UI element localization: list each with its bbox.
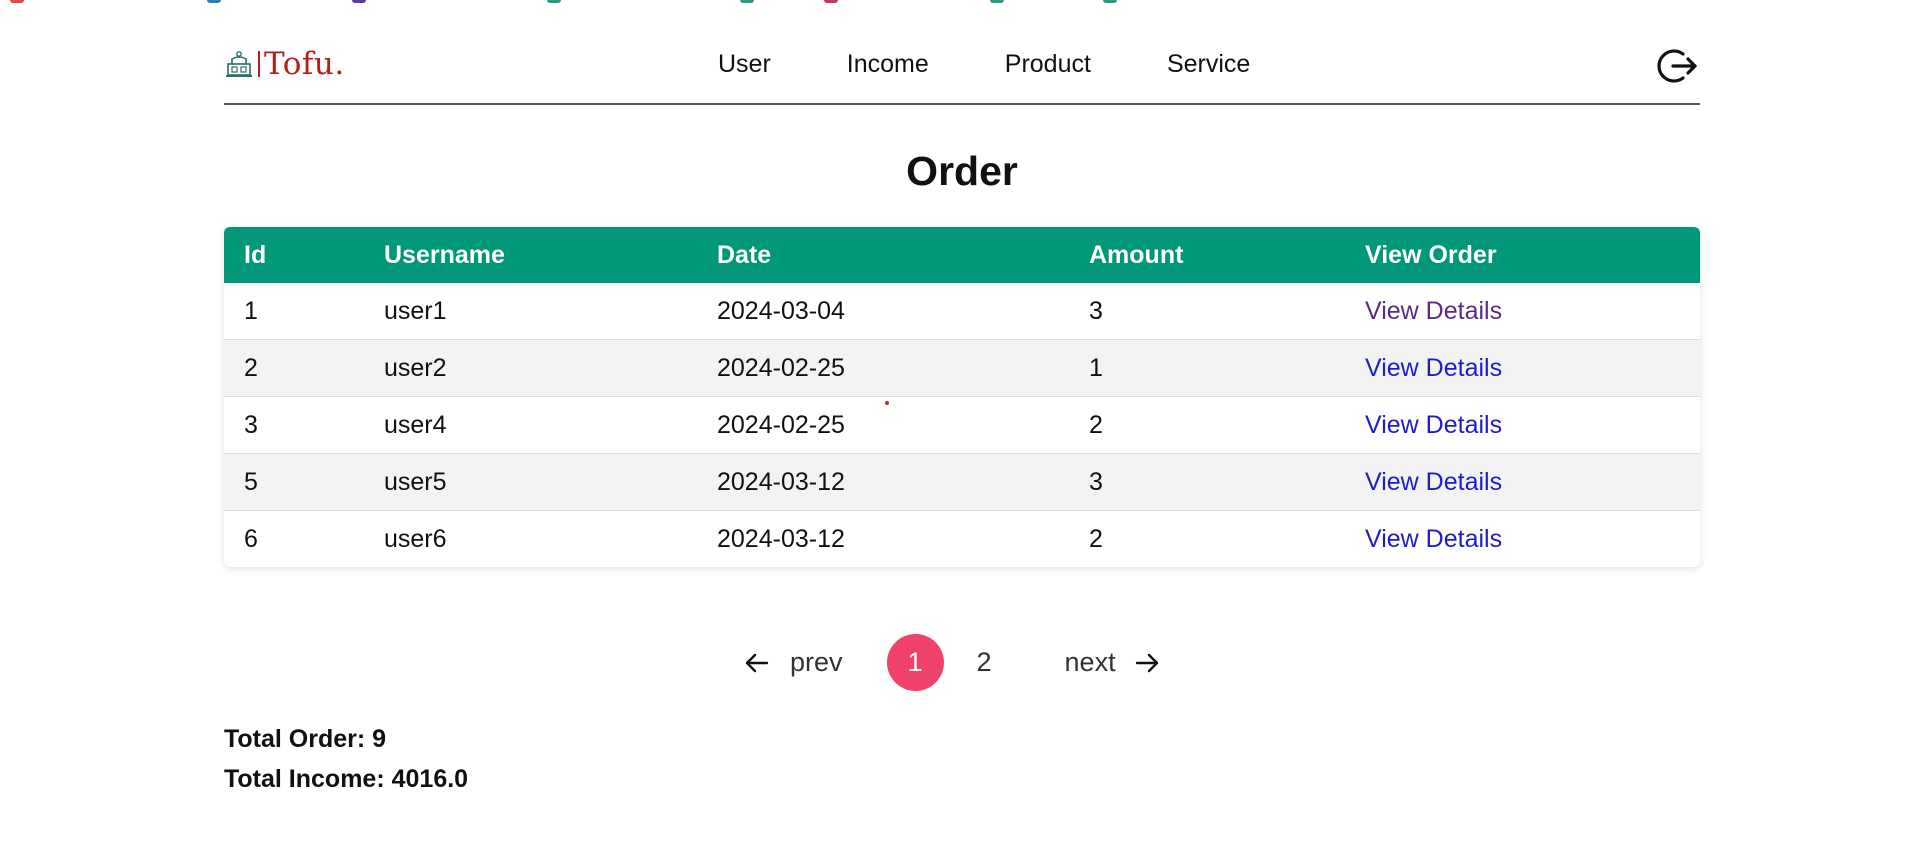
logo-divider [258, 51, 260, 77]
main-container: Tofu. User Income Product Service Order … [224, 0, 1700, 793]
next-label: next [1064, 647, 1116, 677]
column-header-id: Id [244, 240, 267, 269]
column-header-username: Username [384, 240, 505, 269]
column-header-amount: Amount [1089, 240, 1184, 269]
arrow-right-icon [1135, 653, 1158, 672]
cell-date: 2024-02-25 [697, 339, 1069, 397]
cell-username: user4 [364, 396, 697, 454]
cell-view-order: View Details [1345, 396, 1700, 454]
cell-id: 6 [244, 524, 258, 553]
cell-view-order: View Details [1345, 511, 1700, 568]
nav-item-service[interactable]: Service [1167, 50, 1250, 79]
cell-id: 2 [224, 339, 364, 397]
nav-item-product[interactable]: Product [1005, 50, 1091, 79]
view-details-link[interactable]: View Details [1365, 297, 1502, 325]
cell-username: user5 [364, 453, 697, 511]
cell-date: 2024-03-04 [697, 283, 1069, 340]
nav-item-income[interactable]: Income [847, 50, 929, 79]
table-row: 6 user6 2024-03-12 2 View Details [224, 511, 1700, 568]
prev-page-button[interactable]: prev [744, 647, 843, 678]
table-header-row: Id Username Date Amount View Order [224, 227, 1700, 283]
brand-name: Tofu. [264, 46, 345, 82]
column-header-view-order: View Order [1365, 240, 1497, 269]
page-title: Order [906, 148, 1018, 194]
top-navbar: Tofu. User Income Product Service [224, 0, 1700, 105]
cell-username: user1 [364, 283, 697, 340]
next-page-button[interactable]: next [1065, 647, 1160, 678]
prev-label: prev [790, 647, 843, 677]
cell-date: 2024-03-12 [697, 453, 1069, 511]
total-order: Total Order: 9 [224, 725, 387, 753]
table-row: 3 user4 2024-02-25 2 View Details [224, 396, 1700, 454]
view-details-link[interactable]: View Details [1365, 525, 1502, 553]
cell-view-order: View Details [1345, 339, 1700, 397]
view-details-link[interactable]: View Details [1365, 411, 1502, 439]
orders-table: Id Username Date Amount View Order 1 use… [224, 227, 1700, 567]
cell-date: 2024-02-25 [697, 396, 1069, 454]
nav-item-user[interactable]: User [718, 50, 771, 79]
cell-view-order: View Details [1345, 453, 1700, 511]
main-nav: User Income Product Service [718, 50, 1326, 79]
cell-date: 2024-03-12 [717, 524, 845, 553]
cell-amount: 2 [1069, 396, 1345, 454]
cell-id: 3 [224, 396, 364, 454]
logout-icon[interactable] [1656, 44, 1700, 88]
cell-amount: 2 [1089, 524, 1103, 553]
view-details-link[interactable]: View Details [1365, 354, 1502, 382]
cell-amount: 3 [1069, 453, 1345, 511]
cell-amount: 3 [1069, 283, 1345, 340]
pagination: prev 1 2 next [744, 634, 1160, 691]
page: Tofu. User Income Product Service Order … [0, 0, 1912, 867]
cell-username: user2 [364, 339, 697, 397]
total-income: Total Income: 4016.0 [224, 765, 469, 793]
column-header-date: Date [717, 240, 772, 269]
cell-view-order: View Details [1345, 283, 1700, 340]
table-row: 5 user5 2024-03-12 3 View Details [224, 453, 1700, 511]
totals-summary: Total Order: 9 Total Income: 4016.0 [224, 725, 468, 805]
bakery-stall-icon [226, 51, 252, 77]
brand-logo[interactable]: Tofu. [224, 46, 345, 82]
cell-id: 1 [224, 283, 364, 340]
table-row: 1 user1 2024-03-04 3 View Details [224, 283, 1700, 340]
page-number-1[interactable]: 1 [886, 634, 944, 691]
view-details-link[interactable]: View Details [1365, 468, 1502, 496]
arrow-left-icon [745, 653, 769, 672]
cell-username: user6 [384, 524, 447, 553]
strip-fragment [207, 0, 221, 3]
cursor-dot [885, 401, 889, 405]
page-number-2[interactable]: 2 [956, 634, 1013, 691]
cell-id: 5 [224, 453, 364, 511]
strip-fragment [10, 0, 24, 3]
cell-amount: 1 [1069, 339, 1345, 397]
table-row: 2 user2 2024-02-25 1 View Details [224, 339, 1700, 397]
